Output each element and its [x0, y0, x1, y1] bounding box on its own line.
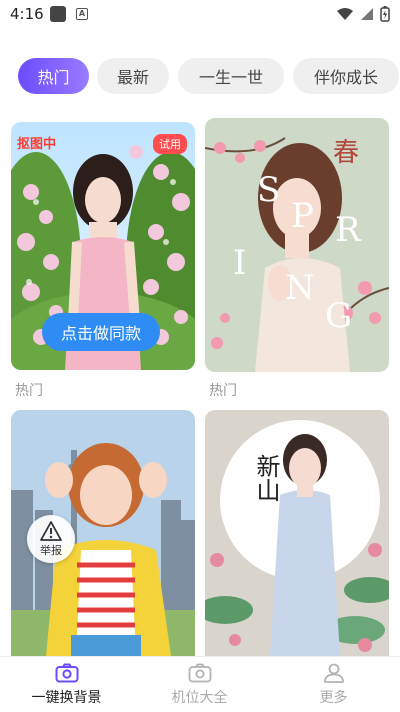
nav-camera-positions[interactable]: 机位大全	[133, 663, 266, 711]
template-card-1[interactable]: 抠图中 试用 点击做同款	[11, 122, 195, 370]
tab-growing-up[interactable]: 伴你成长	[293, 58, 399, 94]
matting-badge: 抠图中	[17, 137, 57, 152]
warning-icon	[40, 520, 62, 541]
poster-chinese: 春	[333, 138, 360, 168]
camera-icon	[55, 663, 78, 683]
card-image	[205, 410, 389, 656]
nav-label: 机位大全	[171, 690, 228, 706]
template-card-4[interactable]: 新山	[205, 410, 389, 656]
poster-letter: I	[233, 243, 247, 283]
report-label: 举报	[40, 543, 62, 557]
status-bar: 4:16 A	[0, 0, 400, 30]
poster-letter: R	[335, 210, 361, 250]
card-2-label: 热门	[209, 383, 237, 399]
camera-icon	[188, 663, 211, 683]
nav-more[interactable]: 更多	[267, 663, 400, 711]
report-button[interactable]: 举报	[27, 515, 75, 563]
status-time: 4:16	[10, 5, 44, 23]
nav-label: 更多	[319, 690, 348, 706]
wifi-icon	[337, 8, 353, 20]
bottom-nav: 一键换背景 机位大全 更多	[0, 656, 400, 712]
app-icon	[50, 6, 66, 22]
poster-letter: P	[291, 196, 314, 236]
category-tabs: 热门 最新 一生一世 伴你成长	[0, 58, 400, 96]
person-icon	[323, 663, 344, 683]
poster-letter: S	[257, 170, 281, 210]
template-card-2[interactable]: S P R I N G 春	[205, 118, 389, 372]
nav-change-background[interactable]: 一键换背景	[0, 663, 133, 711]
trial-badge: 试用	[153, 134, 187, 154]
card-1-label: 热门	[15, 383, 43, 399]
battery-icon	[380, 6, 390, 22]
nav-label: 一键换背景	[31, 690, 102, 706]
make-same-button[interactable]: 点击做同款	[42, 313, 160, 351]
tab-latest[interactable]: 最新	[97, 58, 169, 94]
poster-letter: G	[325, 296, 353, 336]
a-icon: A	[76, 8, 88, 20]
tab-hot[interactable]: 热门	[18, 58, 89, 94]
status-icons	[336, 6, 390, 22]
signal-icon	[361, 8, 373, 20]
poster-chinese: 新山	[252, 454, 280, 502]
tab-lifetime[interactable]: 一生一世	[178, 58, 284, 94]
poster-letter: N	[285, 268, 315, 308]
